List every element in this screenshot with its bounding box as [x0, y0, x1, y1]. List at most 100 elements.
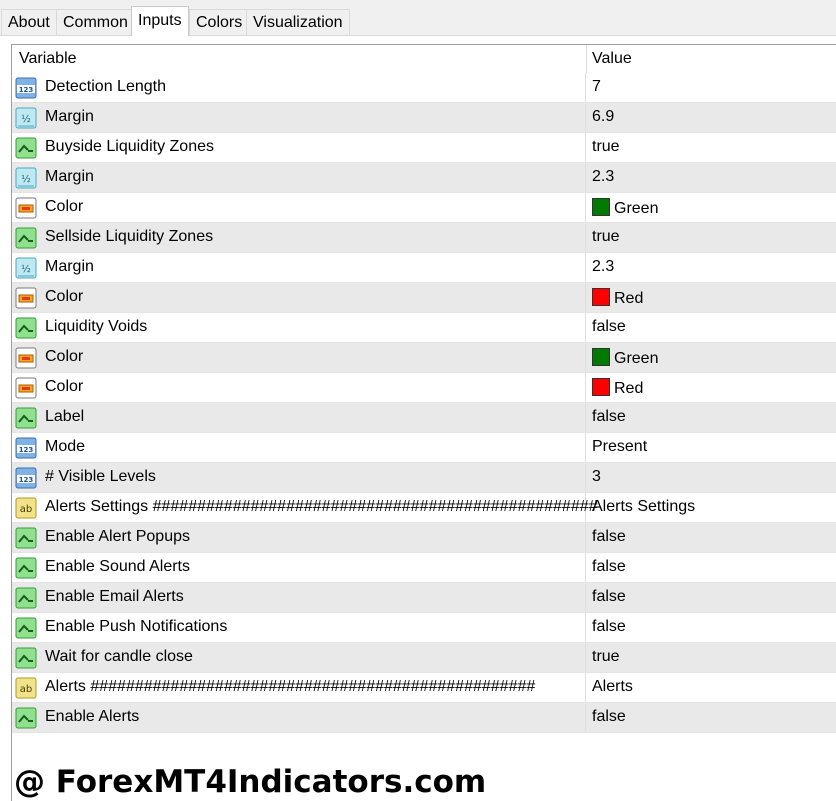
- table-row[interactable]: Sellside Liquidity Zones true: [12, 223, 836, 253]
- value-cell[interactable]: Green: [592, 198, 658, 218]
- svg-text:ab: ab: [20, 684, 32, 695]
- value-cell[interactable]: 2.3: [592, 168, 614, 186]
- value-text: false: [592, 618, 626, 635]
- color-swatch: [592, 198, 610, 216]
- value-cell[interactable]: 6.9: [592, 108, 614, 126]
- variable-cell: ½ Margin: [12, 103, 586, 132]
- table-row[interactable]: Wait for candle close true: [12, 643, 836, 673]
- variable-name: Color: [45, 348, 84, 365]
- variable-name: Alerts #################################…: [45, 678, 536, 695]
- variable-cell: Liquidity Voids: [12, 313, 586, 342]
- variable-name: Sellside Liquidity Zones: [45, 228, 214, 245]
- tab-common[interactable]: Common: [56, 9, 135, 35]
- variable-cell: Enable Alerts: [12, 703, 586, 732]
- variable-name: Color: [45, 198, 84, 215]
- svg-text:ab: ab: [20, 504, 32, 515]
- int-123-icon: 123: [15, 437, 37, 459]
- variable-name: Margin: [45, 258, 94, 275]
- color-swatch: [592, 378, 610, 396]
- bool-icon: [15, 527, 37, 549]
- table-row[interactable]: Color Red: [12, 283, 836, 313]
- table-row[interactable]: Enable Push Notifications false: [12, 613, 836, 643]
- value-cell[interactable]: Green: [592, 348, 658, 368]
- table-row[interactable]: Enable Alerts false: [12, 703, 836, 733]
- variable-cell: ½ Margin: [12, 253, 586, 282]
- table-row[interactable]: Enable Alert Popups false: [12, 523, 836, 553]
- value-cell[interactable]: Alerts Settings: [592, 498, 695, 516]
- svg-text:123: 123: [19, 476, 34, 484]
- string-ab-icon: ab: [15, 677, 37, 699]
- table-row[interactable]: ½ Margin 6.9: [12, 103, 836, 133]
- value-text: false: [592, 558, 626, 575]
- value-text: Red: [614, 290, 644, 307]
- value-cell[interactable]: true: [592, 138, 620, 156]
- bool-icon: [15, 707, 37, 729]
- value-cell[interactable]: Alerts: [592, 678, 633, 696]
- value-cell[interactable]: 2.3: [592, 258, 614, 276]
- table-row[interactable]: Label false: [12, 403, 836, 433]
- color-icon: [15, 287, 37, 309]
- variable-cell: Color: [12, 373, 586, 402]
- table-row[interactable]: ½ Margin 2.3: [12, 163, 836, 193]
- table-row[interactable]: ab Alerts ###############################…: [12, 673, 836, 703]
- variable-name: Margin: [45, 168, 94, 185]
- table-row[interactable]: Color Red: [12, 373, 836, 403]
- value-cell[interactable]: true: [592, 648, 620, 666]
- table-row[interactable]: Color Green: [12, 193, 836, 223]
- table-row[interactable]: Enable Email Alerts false: [12, 583, 836, 613]
- table-row[interactable]: 123 # Visible Levels 3: [12, 463, 836, 493]
- header-value[interactable]: Value: [592, 50, 632, 68]
- table-row[interactable]: Liquidity Voids false: [12, 313, 836, 343]
- value-cell[interactable]: false: [592, 318, 626, 336]
- grid-rows: 123 Detection Length 7 ½ Margin 6.9 Buyside Li…: [12, 73, 836, 733]
- value-cell[interactable]: false: [592, 558, 626, 576]
- value-cell[interactable]: 7: [592, 78, 601, 96]
- variable-cell: Enable Email Alerts: [12, 583, 586, 612]
- value-cell[interactable]: false: [592, 588, 626, 606]
- variable-cell: Buyside Liquidity Zones: [12, 133, 586, 162]
- table-row[interactable]: 123 Mode Present: [12, 433, 836, 463]
- double-icon: ½: [15, 257, 37, 279]
- table-row[interactable]: Color Green: [12, 343, 836, 373]
- value-text: Present: [592, 438, 648, 455]
- variable-name: Enable Email Alerts: [45, 588, 184, 605]
- color-icon: [15, 197, 37, 219]
- variable-cell: 123 Detection Length: [12, 73, 586, 102]
- value-cell[interactable]: false: [592, 408, 626, 426]
- bool-icon: [15, 227, 37, 249]
- svg-text:123: 123: [19, 446, 34, 454]
- grid-header: Variable Value: [12, 45, 836, 73]
- tab-inputs[interactable]: Inputs: [131, 6, 189, 36]
- variable-name: Enable Alerts: [45, 708, 140, 725]
- table-row[interactable]: ½ Margin 2.3: [12, 253, 836, 283]
- value-cell[interactable]: false: [592, 708, 626, 726]
- table-row[interactable]: Buyside Liquidity Zones true: [12, 133, 836, 163]
- value-text: false: [592, 318, 626, 335]
- header-variable[interactable]: Variable: [19, 50, 77, 68]
- variable-name: Liquidity Voids: [45, 318, 148, 335]
- svg-text:123: 123: [19, 86, 34, 94]
- value-cell[interactable]: false: [592, 618, 626, 636]
- value-text: Green: [614, 350, 659, 367]
- value-cell[interactable]: Present: [592, 438, 647, 456]
- value-text: 2.3: [592, 168, 615, 185]
- value-text: Red: [614, 380, 644, 397]
- table-row[interactable]: ab Alerts Settings ######################…: [12, 493, 836, 523]
- tab-visualization[interactable]: Visualization: [246, 9, 350, 35]
- table-row[interactable]: 123 Detection Length 7: [12, 73, 836, 103]
- tab-colors[interactable]: Colors: [189, 9, 250, 35]
- value-cell[interactable]: Red: [592, 288, 643, 308]
- variable-cell: Wait for candle close: [12, 643, 586, 672]
- value-cell[interactable]: false: [592, 528, 626, 546]
- value-cell[interactable]: Red: [592, 378, 643, 398]
- variable-name: Color: [45, 378, 84, 395]
- variable-cell: 123 Mode: [12, 433, 586, 462]
- tab-about[interactable]: About: [1, 9, 57, 35]
- int-123-icon: 123: [15, 77, 37, 99]
- variable-cell: Enable Alert Popups: [12, 523, 586, 552]
- table-row[interactable]: Enable Sound Alerts false: [12, 553, 836, 583]
- bool-icon: [15, 317, 37, 339]
- color-swatch: [592, 348, 610, 366]
- value-cell[interactable]: true: [592, 228, 620, 246]
- value-cell[interactable]: 3: [592, 468, 601, 486]
